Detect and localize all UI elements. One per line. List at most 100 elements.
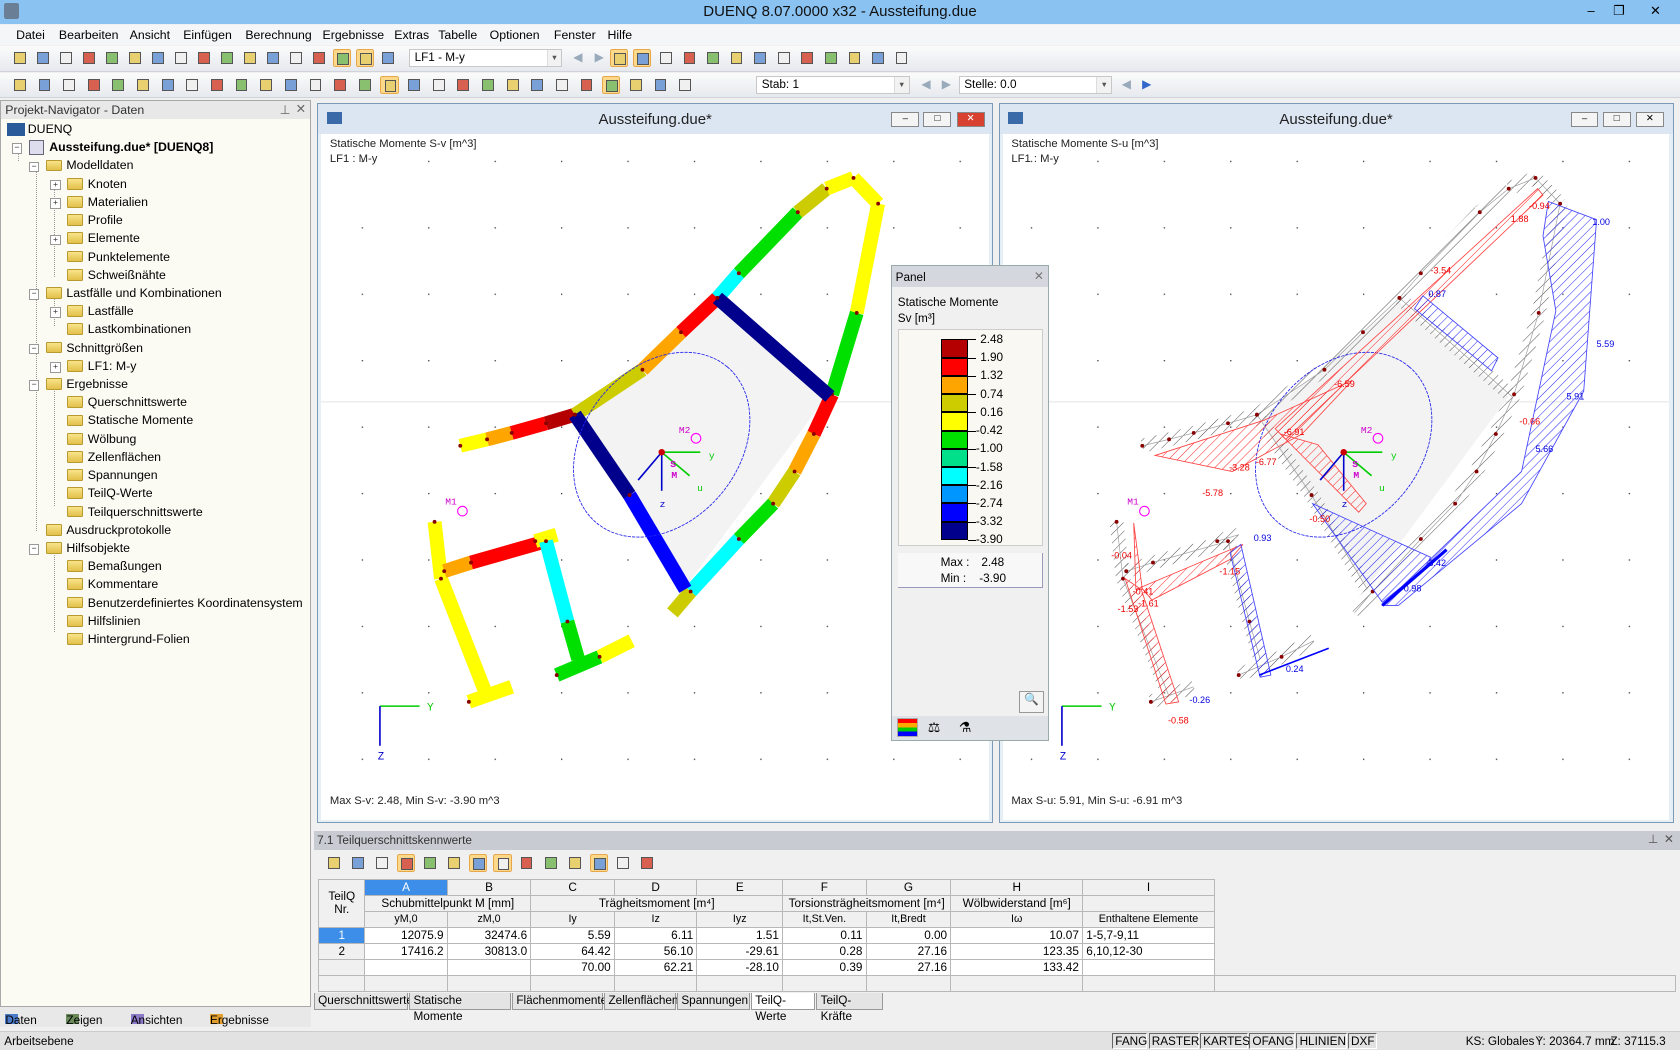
info-icon[interactable] [869,49,887,67]
table-row[interactable]: 1 12075.9 32474.6 5.59 6.11 1.51 0.11 0.00 10.07… [318,926,1675,944]
node-icon[interactable] [775,49,793,67]
menu-bearbeiten[interactable]: Bearbeiten [59,28,119,42]
tree-item[interactable]: + LF1: M-y [1,358,310,376]
axis-icon[interactable] [822,49,840,67]
toggle-ofang[interactable]: OFANG [1249,1032,1296,1049]
table-tab[interactable]: TeilQ-Werte [751,993,816,1023]
tree-item[interactable]: + Knoten [1,176,310,194]
element-icon[interactable] [85,76,103,94]
expand-icon[interactable]: + [50,234,61,246]
section-icon[interactable] [331,76,349,94]
table-cell[interactable]: 6.11 [613,926,698,944]
profile-icon[interactable] [134,76,152,94]
table-cell[interactable] [364,958,448,976]
tree-item[interactable]: − Lastfälle und Kombinationen [1,285,310,303]
tree-item[interactable]: − Schnittgrößen [1,340,310,358]
pin-icon[interactable]: ⊥ [1648,832,1658,846]
tree-item[interactable]: Profile [1,212,310,230]
menu-einfügen[interactable]: Einfügen [183,28,232,42]
menu-extras[interactable]: Extras [394,28,429,42]
tree-item[interactable]: + Materialien [1,194,310,212]
table-cell[interactable]: 12075.9 [364,926,448,944]
menu-ansicht[interactable]: Ansicht [130,28,170,42]
toggle-fang[interactable]: FANG [1112,1032,1148,1049]
tree-item[interactable]: Zellenflächen [1,449,310,467]
view-maximize-button[interactable]: □ [923,112,952,128]
section-icon[interactable] [798,49,816,67]
tree-item[interactable]: Schweißnähte [1,267,310,285]
prev-location-icon[interactable]: ◀ [1122,77,1131,91]
jump-icon[interactable] [469,853,488,873]
table-cell[interactable]: 133.42 [950,958,1084,976]
table-cell[interactable]: 10.07 [950,926,1084,944]
print-preview-icon[interactable] [149,49,167,67]
table-tab[interactable]: Zellenflächen [604,993,678,1011]
prev-loadcase-icon[interactable]: ◀ [573,50,582,64]
comment-icon[interactable] [287,49,305,67]
table-cell[interactable]: 1.51 [696,926,784,944]
results-icon[interactable] [609,49,628,68]
table-cell[interactable]: 5.59 [530,926,615,944]
balance-tab-icon[interactable]: ⚖ [928,719,940,736]
microscope-tab-icon[interactable]: ⚗ [959,719,971,736]
menu-optionen[interactable]: Optionen [490,28,540,42]
row-number[interactable] [318,958,366,976]
row-number[interactable]: 2 [318,942,366,960]
tree-item[interactable]: Teilquerschnittswerte [1,503,310,521]
tree-item[interactable]: Querschnittswerte [1,394,310,412]
column-letter[interactable]: F [782,878,867,896]
minimize-button[interactable]: – [1577,2,1605,20]
table-tab[interactable]: Statische Momente [409,993,512,1023]
print-icon[interactable] [126,49,144,67]
table-cell[interactable] [1082,958,1215,976]
dimension-icon[interactable] [159,76,177,94]
omega-icon[interactable] [405,76,423,94]
table-cell[interactable]: 30813.0 [446,942,532,960]
Qomega-icon[interactable] [430,76,448,94]
column-letter[interactable]: E [696,878,784,896]
view-minimize-button[interactable]: – [1570,112,1599,128]
column-letter[interactable]: D [613,878,698,896]
Qu-icon[interactable] [356,76,374,94]
rows-icon[interactable] [517,854,535,872]
table-cell[interactable]: -28.10 [696,958,784,976]
table-tab[interactable]: Flächenmomente [512,993,607,1011]
drawing-canvas[interactable]: y u z S M M2 M1 Y Z Statische Momente S-v [m^3] … [321,133,989,820]
render-icon[interactable] [241,49,259,67]
close-icon[interactable]: ✕ [296,102,306,116]
table-cell[interactable]: 62.21 [613,958,698,976]
table-cell[interactable]: 0.00 [865,926,952,944]
view-close-button[interactable]: ✕ [1635,112,1664,128]
tree-item[interactable]: − Hilfsobjekte [1,540,310,558]
table-cell[interactable] [446,958,532,976]
column-letter[interactable]: H [950,878,1084,896]
arc-icon[interactable] [60,76,78,94]
view-close-button[interactable]: ✕ [956,112,985,128]
calc-icon[interactable] [638,854,656,872]
table-cell[interactable]: 17416.2 [364,942,448,960]
menu-tabelle[interactable]: Tabelle [438,28,477,42]
expand-icon[interactable]: + [50,362,61,373]
table-cell[interactable]: 6,10,12-30 [1082,942,1215,960]
table-cell[interactable]: 64.42 [530,942,615,960]
loadcase-select[interactable]: LF1 - M-y ▼ [409,49,563,68]
sort-icon[interactable] [589,853,609,873]
table-cell[interactable]: 56.10 [613,942,698,960]
tree-item[interactable]: Punktelemente [1,248,310,266]
new-icon[interactable] [11,49,29,67]
expand-icon[interactable]: + [50,198,61,209]
table-cell[interactable]: 123.35 [950,942,1084,960]
model-icon[interactable] [233,76,251,94]
table-down-icon[interactable] [373,854,391,872]
prev-member-icon[interactable]: ◀ [921,77,930,91]
column-letter[interactable]: G [865,878,952,896]
column-letter[interactable]: I [1082,878,1215,896]
collapse-icon[interactable]: − [28,544,40,555]
tree-item[interactable]: DUENQ [1,121,310,139]
line-icon[interactable] [35,76,53,94]
zoom-x-icon[interactable] [282,76,300,94]
location-select[interactable]: Stelle: 0.0 ▼ [958,76,1113,95]
table-row[interactable]: 70.00 62.21 -28.10 0.39 27.16 133.42 [318,958,1675,976]
next-member-icon[interactable]: ▶ [942,77,951,91]
table-icon[interactable] [333,49,352,68]
